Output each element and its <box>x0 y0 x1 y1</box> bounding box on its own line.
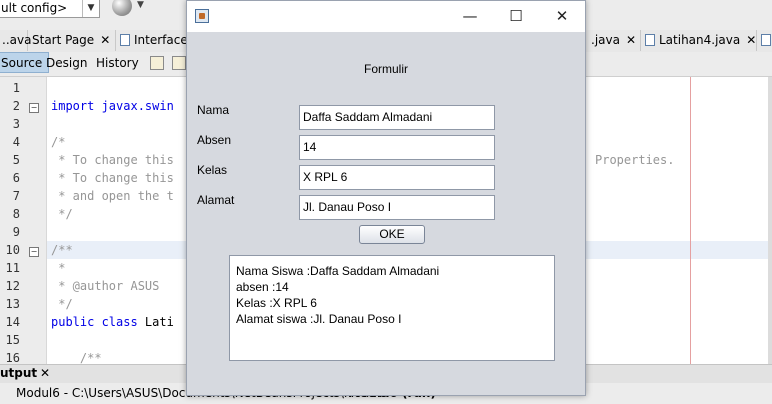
chevron-down-icon[interactable]: ▼ <box>82 0 99 17</box>
history-view-button[interactable]: History <box>90 52 145 75</box>
kelas-field[interactable]: X RPL 6 <box>299 165 495 190</box>
tab-start-page[interactable]: Start Page ✕ <box>28 30 116 51</box>
window-title-bar[interactable]: — ☐ ✕ <box>187 1 585 32</box>
tab-ava[interactable]: ..ava <box>0 30 31 51</box>
result-line: Nama Siswa :Daffa Saddam Almadani <box>236 264 440 278</box>
fold-toggle-icon[interactable]: − <box>29 103 39 113</box>
nama-label: Nama <box>197 103 230 117</box>
code-line: import javax.swin <box>51 99 174 113</box>
line-number: 1 <box>12 81 20 95</box>
code-line: */ <box>51 297 73 311</box>
line-number: 4 <box>12 135 20 149</box>
dropdown-arrow-icon[interactable]: ▼ <box>137 0 144 10</box>
kelas-label: Kelas <box>197 163 228 177</box>
line-number: 11 <box>5 261 20 275</box>
result-textarea[interactable]: Nama Siswa :Daffa Saddam Almadani absen … <box>229 255 555 361</box>
tab-latihan4[interactable]: Latihan4.java ✕ <box>641 30 757 51</box>
tab-label: Latihan4.java <box>659 33 741 47</box>
code-line: */ <box>51 207 73 221</box>
close-window-button[interactable]: ✕ <box>539 1 585 32</box>
line-number: 15 <box>5 333 20 347</box>
oke-button[interactable]: OKE <box>359 225 425 244</box>
run-config-label: ult config> <box>1 1 68 15</box>
design-view-button[interactable]: Design <box>40 52 93 75</box>
code-line: /** <box>51 351 102 365</box>
java-app-icon <box>195 9 209 23</box>
line-number: 3 <box>12 117 20 131</box>
formulir-window: — ☐ ✕ Formulir Nama Daffa Saddam Almadan… <box>186 0 586 396</box>
close-icon[interactable]: ✕ <box>746 33 756 47</box>
code-line: /** <box>51 243 73 257</box>
result-line: Kelas :X RPL 6 <box>236 296 317 310</box>
output-tab-label[interactable]: utput <box>0 365 37 382</box>
absen-label: Absen <box>197 133 232 147</box>
form-heading: Formulir <box>364 62 408 76</box>
globe-icon[interactable] <box>112 0 132 16</box>
code-line: /* <box>51 135 66 149</box>
right-margin-guide <box>690 77 691 364</box>
code-line: * and open the t <box>51 189 174 203</box>
nama-field[interactable]: Daffa Saddam Almadani <box>299 105 495 130</box>
tab-label: Start Page <box>32 33 95 47</box>
tab-overflow[interactable] <box>757 30 772 51</box>
tab-java[interactable]: .java ✕ <box>587 30 641 51</box>
code-line: * <box>51 261 66 275</box>
line-number: 2 <box>12 99 20 113</box>
close-icon[interactable]: ✕ <box>40 365 50 382</box>
line-number-gutter: 1 2 3 4 5 6 7 8 9 10 11 12 13 14 15 16 −… <box>0 77 47 365</box>
result-line: Alamat siswa :Jl. Danau Poso I <box>236 312 402 326</box>
maximize-button[interactable]: ☐ <box>493 1 539 32</box>
line-number: 16 <box>5 351 20 365</box>
close-icon[interactable]: ✕ <box>626 33 636 47</box>
forward-history-icon[interactable] <box>172 56 186 70</box>
absen-field[interactable]: 14 <box>299 135 495 160</box>
code-line: public class Lati <box>51 315 174 329</box>
code-line: * To change this <box>51 153 174 167</box>
minimize-button[interactable]: — <box>447 1 493 32</box>
code-keyword: public class <box>51 315 138 329</box>
line-number: 12 <box>5 279 20 293</box>
code-line: * @author ASUS <box>51 279 160 293</box>
alamat-field[interactable]: Jl. Danau Poso I <box>299 195 495 220</box>
line-number: 6 <box>12 171 20 185</box>
line-number: 8 <box>12 207 20 221</box>
java-file-icon <box>645 34 655 46</box>
close-icon[interactable]: ✕ <box>100 33 110 47</box>
line-number: 13 <box>5 297 20 311</box>
alamat-label: Alamat <box>197 193 235 207</box>
back-history-icon[interactable] <box>150 56 164 70</box>
code-line: * To change this <box>51 171 174 185</box>
java-file-icon <box>761 34 771 46</box>
line-number: 7 <box>12 189 20 203</box>
java-file-icon <box>120 34 130 46</box>
code-line: Properties. <box>595 153 675 167</box>
tab-interface[interactable]: InterfaceB <box>116 30 196 51</box>
line-number: 9 <box>12 225 20 239</box>
line-number: 5 <box>12 153 20 167</box>
editor-scrollbar[interactable] <box>768 77 772 364</box>
fold-toggle-icon[interactable]: − <box>29 247 39 257</box>
line-number: 10 <box>5 243 20 257</box>
run-config-combo[interactable]: ult config> ▼ <box>0 0 100 18</box>
result-line: absen :14 <box>236 280 289 294</box>
tab-label: .java <box>591 33 620 47</box>
code-identifier: Lati <box>137 315 174 329</box>
line-number: 14 <box>5 315 20 329</box>
